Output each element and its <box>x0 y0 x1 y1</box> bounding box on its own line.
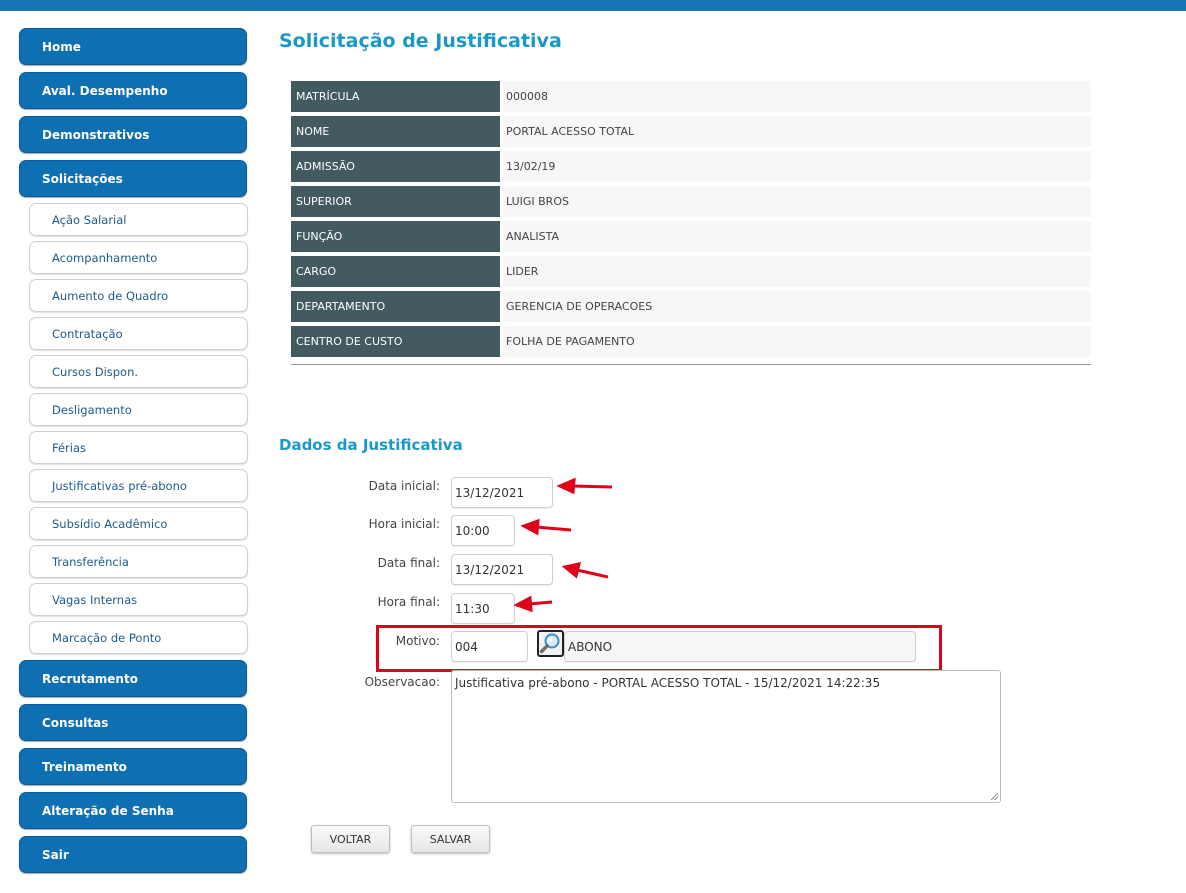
arrow-icon <box>561 562 609 579</box>
annotation-arrows <box>513 477 613 613</box>
arrow-icon <box>556 477 613 495</box>
arrow-icon <box>520 518 572 536</box>
arrow-icon <box>513 595 553 613</box>
